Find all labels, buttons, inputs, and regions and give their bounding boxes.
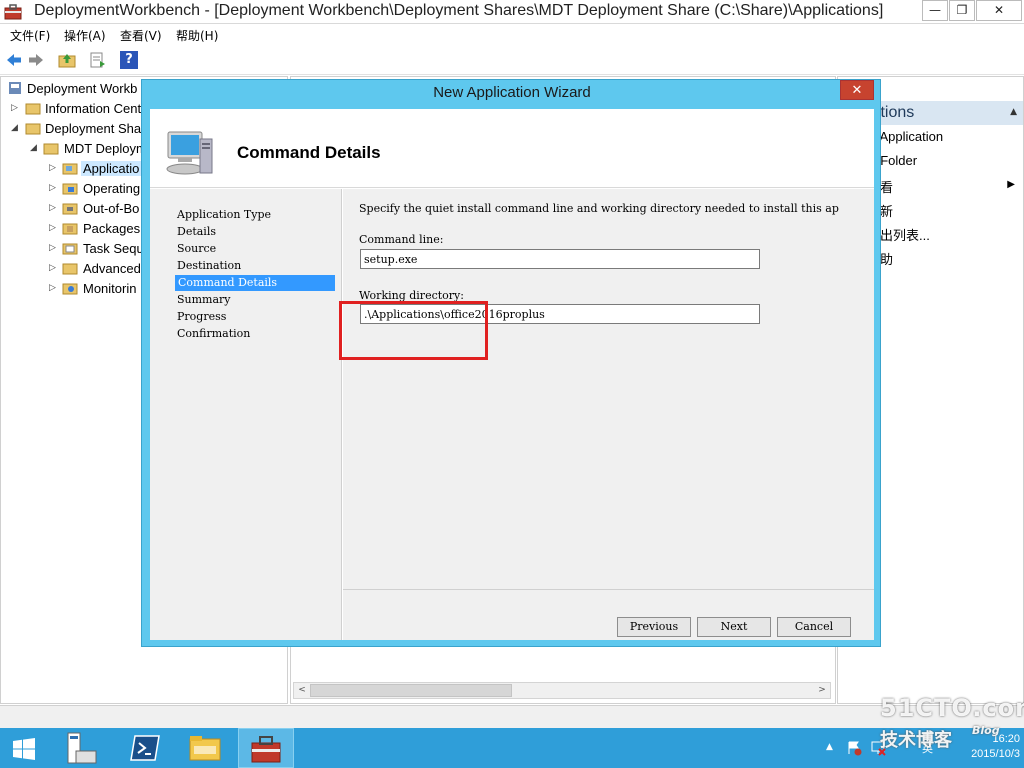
expand-arrow-icon[interactable]: ▷ [49,242,56,253]
collapse-arrow-icon[interactable]: ◢ [11,122,18,133]
folder-icon [43,143,59,155]
help-icon[interactable]: ? [120,51,138,69]
taskbar: ▲ 英 16:20 2015/10/3 [0,728,1024,768]
show-hidden-icons-icon[interactable]: ▲ [826,742,833,752]
step-command-details: Command Details [175,275,335,291]
step-destination: Destination [177,259,242,272]
task-sequence-folder-icon [62,243,78,255]
toolbar: ? [0,45,1024,75]
folder-icon [25,123,41,135]
collapse-caret-icon[interactable]: ▲ [1010,107,1017,117]
cancel-button[interactable]: Cancel [777,617,851,637]
action-help[interactable]: 助 [880,249,893,268]
dialog-body: Command Details Application Type Details… [150,109,874,640]
toolbox-app-icon [251,736,281,763]
page-description: Specify the quiet install command line a… [359,202,839,215]
status-bar [0,705,1024,728]
folder-icon [62,263,78,275]
drivers-folder-icon [62,203,78,215]
wizard-banner: Command Details [150,109,874,188]
menu-action[interactable]: 操作(A) [64,27,106,44]
powershell-icon [130,735,160,761]
taskbar-powershell[interactable] [118,728,174,768]
monitoring-folder-icon [62,283,78,295]
watermark-blog: Blog [972,724,1000,737]
up-folder-icon[interactable] [58,51,76,69]
command-line-input[interactable] [360,249,760,269]
taskbar-server-manager[interactable] [54,728,110,768]
previous-button[interactable]: Previous [617,617,691,637]
menu-help[interactable]: 帮助(H) [176,27,218,44]
taskbar-deployment-workbench[interactable] [238,728,294,768]
workbench-icon [9,82,21,94]
windows-start-icon[interactable] [12,737,36,761]
server-manager-icon [67,732,97,764]
applications-folder-icon [62,163,78,175]
step-summary: Summary [177,293,231,306]
action-export-list[interactable]: 出列表... [880,225,930,244]
new-application-wizard-dialog: New Application Wizard ✕ Command Details… [141,79,881,647]
restore-button[interactable]: ❐ [949,0,975,21]
toolbox-app-icon [4,4,22,20]
computer-icon [166,131,213,175]
command-line-label: Command line: [359,233,444,246]
expand-arrow-icon[interactable]: ▷ [11,102,18,113]
scroll-left-icon[interactable]: < [295,684,309,697]
step-progress: Progress [177,310,227,323]
watermark-site: 51CTO.com [880,694,1024,722]
wizard-footer: Previous Next Cancel [343,589,874,640]
close-window-button[interactable]: ✕ [976,0,1022,21]
forward-arrow-icon[interactable] [27,51,45,69]
action-center-flag-icon[interactable] [846,740,862,756]
window-title: DeploymentWorkbench - [Deployment Workbe… [34,2,884,19]
next-button[interactable]: Next [697,617,771,637]
collapse-arrow-icon[interactable]: ◢ [30,142,37,153]
watermark-text: 技术博客 [880,730,952,751]
action-view[interactable]: 看 [880,177,893,196]
expand-arrow-icon[interactable]: ▷ [49,162,56,173]
minimize-button[interactable]: — [922,0,948,21]
expand-arrow-icon[interactable]: ▷ [49,222,56,233]
export-list-icon[interactable] [89,51,107,69]
expand-arrow-icon[interactable]: ▷ [49,262,56,273]
expand-arrow-icon[interactable]: ▷ [49,202,56,213]
info-folder-icon [25,103,41,115]
os-folder-icon [62,183,78,195]
dialog-title: New Application Wizard [433,84,591,101]
dialog-close-button[interactable]: ✕ [840,80,874,100]
expand-arrow-icon[interactable]: ▷ [49,282,56,293]
menu-file[interactable]: 文件(F) [10,27,50,44]
wizard-steps: Application Type Details Source Destinat… [150,189,342,640]
taskbar-file-explorer[interactable] [178,728,234,768]
step-source: Source [177,242,217,255]
expand-arrow-icon[interactable]: ▷ [49,182,56,193]
step-details: Details [177,225,216,238]
file-explorer-icon [189,736,221,761]
action-refresh[interactable]: 新 [880,201,893,220]
wizard-content: Specify the quiet install command line a… [343,189,874,589]
step-application-type: Application Type [177,208,272,221]
horizontal-scrollbar[interactable]: < > [293,682,831,699]
submenu-arrow-icon: ▶ [1007,179,1015,190]
menu-view[interactable]: 查看(V) [120,27,162,44]
step-confirmation: Confirmation [177,327,251,340]
highlight-annotation-box [339,301,488,360]
scrollbar-thumb[interactable] [310,684,512,697]
page-title: Command Details [237,143,381,162]
window-title-bar: DeploymentWorkbench - [Deployment Workbe… [0,0,1024,24]
menu-bar: 文件(F) 操作(A) 查看(V) 帮助(H) [0,24,1024,45]
clock-date: 2015/10/3 [971,748,1020,760]
packages-folder-icon [62,223,78,235]
back-arrow-icon[interactable] [5,51,23,69]
scroll-right-icon[interactable]: > [815,684,829,697]
watermark: 51CTO.com 技术博客 Blog [880,694,1024,751]
